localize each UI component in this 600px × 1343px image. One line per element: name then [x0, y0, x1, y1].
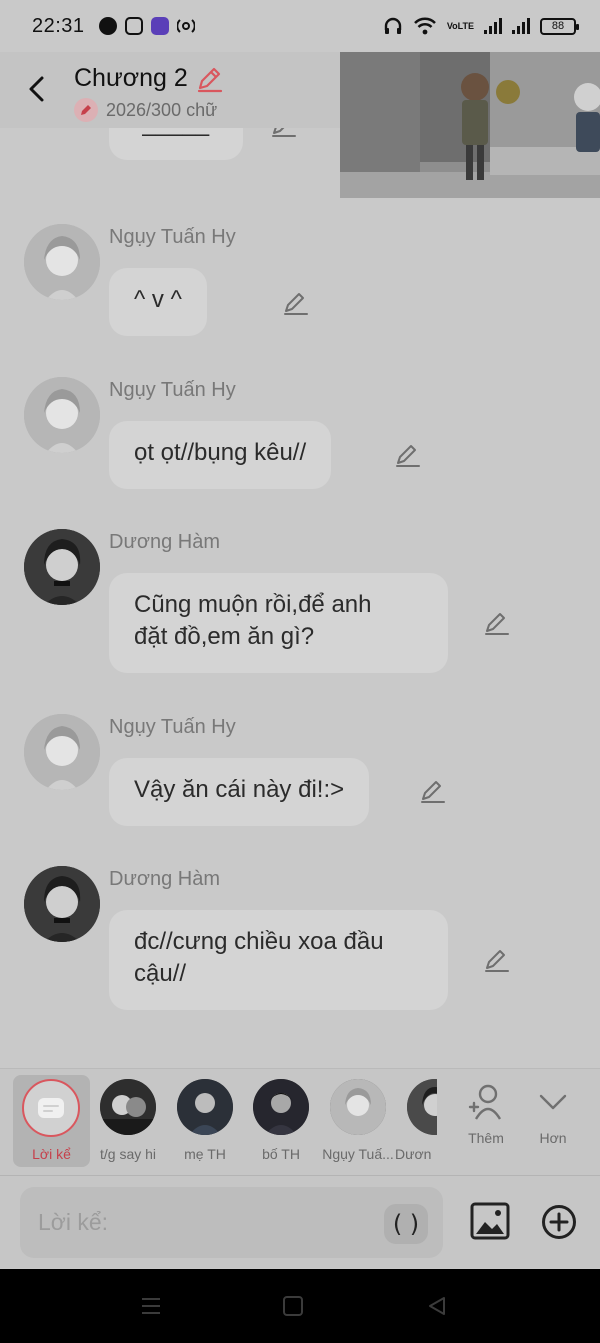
message-bubble[interactable]: •_____•: [109, 128, 243, 160]
chapter-title: Chương 2: [74, 64, 188, 92]
sender-name: Dương Hàm: [109, 868, 220, 890]
status-app-icons: [98, 17, 195, 35]
avatar[interactable]: [24, 529, 100, 605]
character-item[interactable]: Ngụy Tuấ...: [319, 1079, 397, 1162]
edit-pencil-icon[interactable]: [393, 441, 421, 469]
narration-tab[interactable]: Lời kể: [13, 1075, 90, 1167]
avatar[interactable]: [24, 866, 100, 942]
word-count-row: 2026/300 chữ: [74, 98, 217, 122]
message-bubble[interactable]: Cũng muộn rồi,để anh đặt đồ,em ăn gì?: [109, 573, 448, 673]
system-navigation-bar: [0, 1269, 600, 1343]
more-button[interactable]: Hơn: [524, 1083, 582, 1146]
composer: ( ): [0, 1176, 600, 1268]
character-avatar: [253, 1079, 309, 1135]
word-count: 2026/300 chữ: [106, 99, 218, 120]
character-avatar: [407, 1079, 437, 1135]
volte-icon: VoLTE: [446, 20, 474, 31]
headphones-icon: [384, 17, 402, 34]
edit-pencil-icon[interactable]: [418, 777, 446, 805]
status-right: VoLTE 88: [383, 17, 579, 35]
character-item[interactable]: Dươn: [395, 1079, 437, 1162]
add-circle-icon[interactable]: [541, 1204, 577, 1240]
home-icon[interactable]: [283, 1296, 303, 1316]
edit-pencil-icon[interactable]: [281, 289, 309, 317]
message-line: Cũng muộn rồi,để anh: [134, 591, 372, 618]
character-avatar: [330, 1079, 386, 1135]
sender-name: Ngụy Tuấn Hy: [109, 716, 236, 738]
back-arrow-icon[interactable]: [24, 72, 52, 106]
character-item[interactable]: bố TH: [243, 1079, 319, 1162]
message-bubble[interactable]: Vậy ăn cái này đi!:>: [109, 758, 370, 826]
battery-icon: 88: [540, 17, 579, 35]
message-bubble[interactable]: ọt ọt//bụng kêu//: [109, 421, 332, 489]
character-name: Ngụy Tuấ...: [322, 1146, 394, 1162]
pencil-badge-icon: [74, 98, 98, 122]
character-name: Dươn: [395, 1146, 432, 1162]
avatar[interactable]: [24, 224, 100, 300]
edit-pencil-icon[interactable]: [482, 609, 510, 637]
character-selector-bar: Lời kể t/g say hi mẹ TH bố TH Ngụy Tuấ..…: [0, 1068, 600, 1176]
nav-back-icon[interactable]: [426, 1295, 448, 1317]
messenger-app-icon: [150, 17, 169, 35]
character-avatar: [100, 1079, 156, 1135]
status-time: 22:31: [32, 14, 85, 37]
facebook-icon: [98, 17, 117, 35]
status-bar: 22:31 VoLTE 88: [0, 0, 600, 52]
narration-label: Lời kể: [32, 1146, 71, 1162]
recent-apps-icon[interactable]: [140, 1295, 162, 1317]
narration-input[interactable]: [20, 1187, 443, 1258]
avatar[interactable]: [24, 377, 100, 453]
character-avatar: [177, 1079, 233, 1135]
sender-name: Ngụy Tuấn Hy: [109, 379, 236, 401]
character-name: bố TH: [262, 1146, 300, 1162]
add-character-button[interactable]: Thêm: [457, 1083, 515, 1146]
parentheses-button[interactable]: ( ): [384, 1204, 428, 1244]
sender-name: Dương Hàm: [109, 531, 220, 553]
message-line: đặt đồ,em ăn gì?: [134, 623, 315, 650]
wifi-icon: [413, 17, 436, 35]
message-bubble[interactable]: ^ v ^: [109, 268, 207, 336]
message-bubble[interactable]: đc//cưng chiều xoa đầu cậu//: [109, 910, 448, 1010]
narration-icon: [22, 1079, 80, 1137]
instagram-icon: [124, 17, 143, 35]
message-list[interactable]: •_____• Ngụy Tuấn Hy ^ v ^ Ngụy Tuấn Hy …: [0, 128, 600, 1068]
image-icon[interactable]: [470, 1202, 510, 1240]
sender-name: Ngụy Tuấn Hy: [109, 226, 236, 248]
signal-icon: [484, 18, 502, 34]
signal-icon-2: [512, 18, 530, 34]
edit-pencil-icon[interactable]: [269, 128, 297, 139]
character-name: mẹ TH: [184, 1146, 226, 1162]
add-person-icon: [468, 1084, 502, 1120]
message-line: cậu//: [134, 960, 187, 987]
character-name: t/g say hi: [99, 1146, 157, 1162]
add-character-label: Thêm: [468, 1130, 504, 1146]
more-label: Hơn: [539, 1130, 567, 1146]
chevron-down-icon: [539, 1094, 567, 1110]
avatar[interactable]: [24, 714, 100, 790]
edit-title-pencil-icon[interactable]: [195, 65, 223, 93]
message-line: đc//cưng chiều xoa đầu: [134, 928, 384, 955]
character-item[interactable]: t/g say hi: [90, 1079, 166, 1162]
edit-pencil-icon[interactable]: [482, 946, 510, 974]
character-item[interactable]: mẹ TH: [167, 1079, 243, 1162]
broadcast-icon: [176, 19, 195, 33]
